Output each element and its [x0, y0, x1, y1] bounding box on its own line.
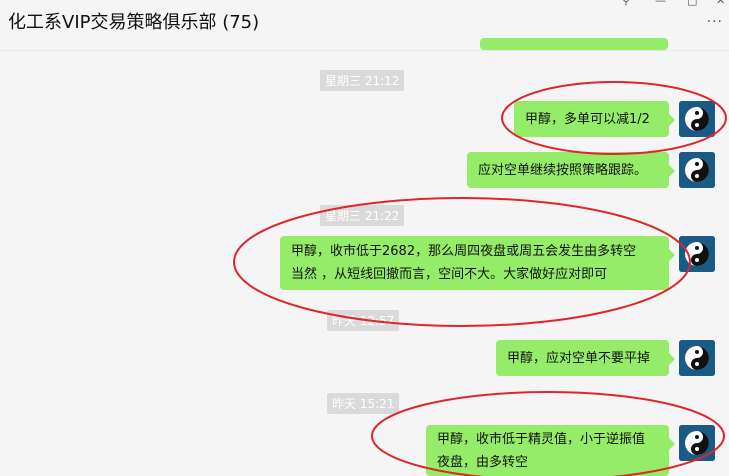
avatar[interactable]	[679, 152, 715, 188]
message-text: 应对空单继续按照策略跟踪。	[478, 162, 648, 178]
avatar[interactable]	[679, 101, 715, 137]
message-bubble[interactable]: 甲醇，应对空单不要平掉	[496, 340, 675, 376]
message-text: 甲醇，应对空单不要平掉	[507, 350, 651, 366]
message-text: 甲醇，收市低于2682，那么周四夜盘或周五会发生由多转空	[291, 244, 637, 259]
yin-yang-icon	[679, 236, 715, 272]
message-text: 甲醇，多单可以减1/2	[525, 111, 650, 127]
yin-yang-icon	[679, 425, 715, 461]
timestamp: 星期三 21:22	[320, 205, 405, 226]
more-options-icon[interactable]: ···	[707, 14, 723, 30]
message-bubble[interactable]: 甲醇，收市低于精灵值，小于逆振值 夜盘，由多转空	[426, 425, 675, 476]
avatar[interactable]	[679, 236, 715, 272]
message-text: 夜盘，由多转空	[437, 455, 529, 470]
partial-message-bubble	[480, 38, 668, 50]
chat-title: 化工系VIP交易策略俱乐部 (75)	[8, 12, 260, 33]
timestamp: 昨天 15:21	[327, 393, 400, 414]
message-text: 甲醇，收市低于精灵值，小于逆振值	[437, 432, 646, 447]
message-bubble[interactable]: 甲醇，收市低于2682，那么周四夜盘或周五会发生由多转空 当然 ，从短线回撤而言…	[280, 236, 675, 290]
message-text: 当然 ，从短线回撤而言，空间不大。大家做好应对即可	[291, 267, 608, 282]
timestamp: 昨天 12:57	[327, 310, 400, 331]
minimize-icon[interactable]: —	[655, 0, 666, 7]
message-bubble[interactable]: 甲醇，多单可以减1/2	[514, 101, 675, 137]
yin-yang-icon	[679, 152, 715, 188]
maximize-icon[interactable]: □	[687, 0, 697, 7]
avatar[interactable]	[679, 340, 715, 376]
yin-yang-icon	[679, 101, 715, 137]
avatar[interactable]	[679, 425, 715, 461]
timestamp: 星期三 21:12	[320, 70, 405, 91]
close-icon[interactable]: ✕	[716, 0, 725, 7]
message-bubble[interactable]: 应对空单继续按照策略跟踪。	[467, 152, 675, 188]
yin-yang-icon	[679, 340, 715, 376]
pin-icon[interactable]: ⚲	[622, 0, 630, 7]
